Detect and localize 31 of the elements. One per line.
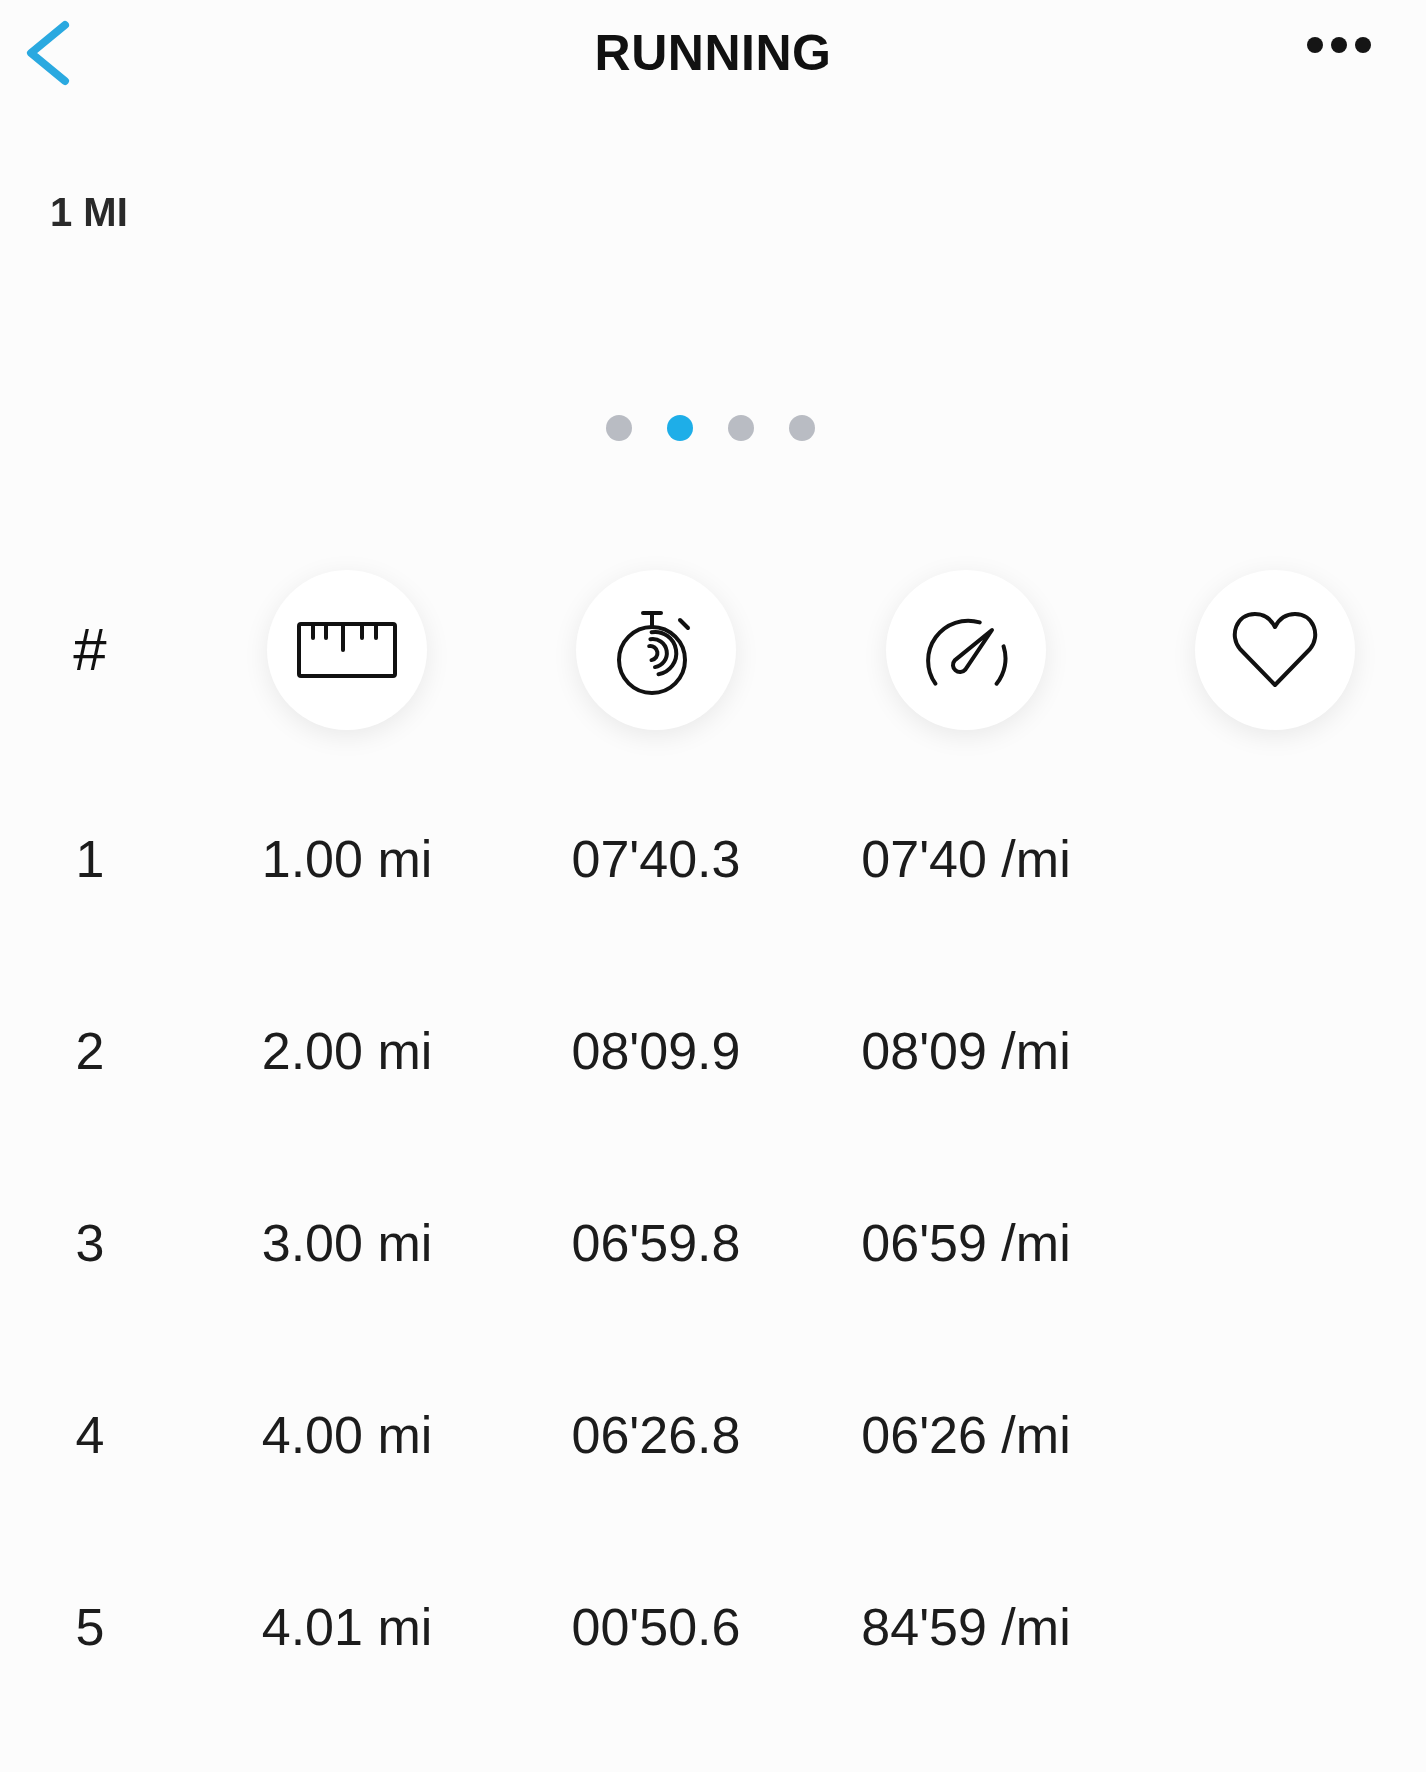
- time-cell-text: 00'50.6: [571, 1597, 741, 1658]
- distance-cell-text: 4.01 mi: [261, 1597, 433, 1658]
- time-cell-text: 06'59.8: [571, 1213, 741, 1274]
- lap-filter-label[interactable]: 1 MI: [50, 188, 128, 236]
- chevron-left-icon: [25, 19, 71, 86]
- distance-cell-text: 4.00 mi: [261, 1405, 433, 1466]
- lap-number-cell-text: 5: [75, 1597, 105, 1658]
- lap-number-cell-text: 3: [75, 1213, 105, 1274]
- page-dot[interactable]: [788, 415, 815, 441]
- lap-number-cell-text: 4: [75, 1405, 105, 1466]
- time-cell-text: 08'09.9: [571, 1021, 741, 1082]
- column-heading: #: [73, 615, 107, 685]
- page-dot[interactable]: [727, 415, 754, 441]
- pace-cell-text: 07'40 /mi: [861, 829, 1071, 890]
- distance-cell-text: 3.00 mi: [261, 1213, 433, 1274]
- back-button[interactable]: [24, 18, 72, 87]
- lap-number-cell-text: 1: [75, 829, 105, 890]
- pace-cell-text: 08'09 /mi: [861, 1021, 1071, 1082]
- lap-number-cell-text: 2: [75, 1021, 105, 1082]
- time-cell-text: 07'40.3: [571, 829, 741, 890]
- more-button[interactable]: [1306, 35, 1372, 54]
- pace-cell-text: 06'26 /mi: [861, 1405, 1071, 1466]
- more-icon: [1306, 35, 1372, 54]
- page-dot[interactable]: [666, 415, 693, 441]
- pace-cell-text: 84'59 /mi: [861, 1597, 1071, 1658]
- distance-cell-text: 2.00 mi: [261, 1021, 433, 1082]
- page-dot[interactable]: [605, 415, 632, 441]
- pace-cell-text: 06'59 /mi: [861, 1213, 1071, 1274]
- screen-title: RUNNING: [594, 23, 832, 83]
- distance-cell-text: 1.00 mi: [261, 829, 433, 890]
- time-cell-text: 06'26.8: [571, 1405, 741, 1466]
